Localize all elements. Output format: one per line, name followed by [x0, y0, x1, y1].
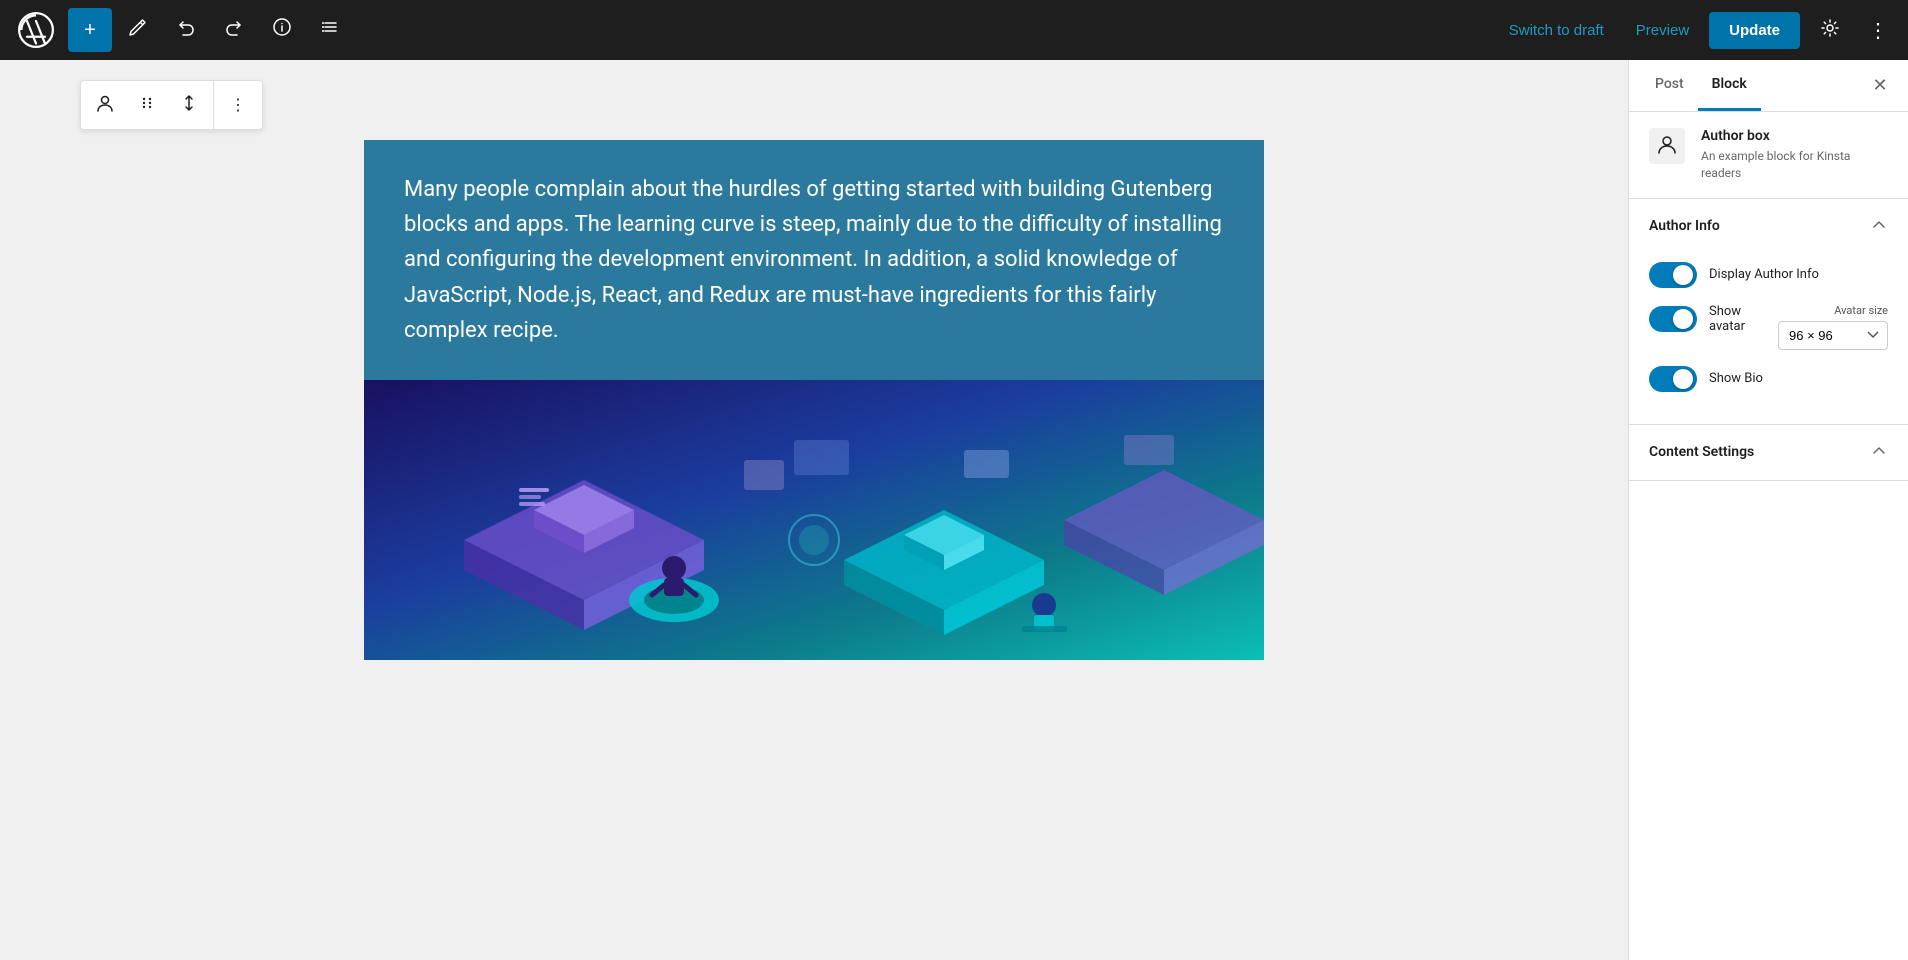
show-bio-row: Show Bio — [1649, 366, 1888, 392]
wp-logo[interactable] — [12, 0, 60, 60]
show-bio-toggle[interactable] — [1649, 366, 1697, 392]
main-toolbar: + — [0, 0, 1908, 60]
avatar-size-select[interactable]: 96 × 96 48 × 48 128 × 128 — [1778, 321, 1888, 350]
redo-icon — [224, 17, 244, 43]
block-icon-container — [1649, 128, 1685, 164]
show-avatar-label: Show avatar — [1709, 304, 1766, 334]
author-info-section: Author Info Display Author Info — [1629, 199, 1908, 425]
main-area: ⋮ Many people complain about the hurdles… — [0, 60, 1908, 960]
info-button[interactable] — [260, 8, 304, 52]
drag-handle-button[interactable] — [127, 85, 167, 125]
list-view-button[interactable] — [308, 8, 352, 52]
gear-icon — [1820, 18, 1840, 43]
person-block-icon — [95, 93, 115, 118]
pen-icon — [128, 17, 148, 43]
update-button[interactable]: Update — [1709, 12, 1800, 49]
move-arrows-icon — [179, 93, 199, 118]
content-settings-title: Content Settings — [1649, 444, 1754, 460]
more-vertical-icon: ⋮ — [1868, 18, 1888, 43]
isometric-illustration — [364, 380, 1264, 660]
undo-icon — [176, 17, 196, 43]
show-bio-label: Show Bio — [1709, 371, 1763, 386]
block-toolbar-options-group: ⋮ — [213, 81, 262, 129]
author-content-block: Many people complain about the hurdles o… — [364, 140, 1264, 660]
author-block[interactable]: Many people complain about the hurdles o… — [364, 140, 1264, 380]
more-options-button[interactable]: ⋮ — [1860, 8, 1896, 52]
redo-button[interactable] — [212, 8, 256, 52]
close-icon: ✕ — [1872, 75, 1887, 96]
content-settings-section: Content Settings — [1629, 425, 1908, 481]
block-name-label: Author box — [1701, 128, 1888, 144]
author-info-title: Author Info — [1649, 218, 1720, 234]
edit-tool-button[interactable] — [116, 8, 160, 52]
settings-button[interactable] — [1808, 8, 1852, 52]
undo-button[interactable] — [164, 8, 208, 52]
tab-post[interactable]: Post — [1641, 60, 1698, 111]
author-info-chevron-up-icon — [1870, 215, 1888, 238]
sidebar: Post Block ✕ Author box An example block… — [1628, 60, 1908, 960]
list-icon — [320, 17, 340, 43]
info-icon — [272, 17, 292, 43]
avatar-size-group: Avatar size 96 × 96 48 × 48 128 × 128 — [1778, 304, 1888, 350]
image-block[interactable] — [364, 380, 1264, 660]
display-author-info-row: Display Author Info — [1649, 262, 1888, 288]
avatar-size-label: Avatar size — [1834, 304, 1888, 317]
show-avatar-row: Show avatar Avatar size 96 × 96 48 × 48 … — [1649, 304, 1888, 350]
author-block-icon — [1656, 133, 1678, 160]
content-settings-header[interactable]: Content Settings — [1629, 425, 1908, 480]
switch-to-draft-button[interactable]: Switch to draft — [1497, 14, 1616, 47]
tab-block[interactable]: Block — [1698, 60, 1761, 111]
plus-icon: + — [84, 19, 96, 42]
block-info-details: Author box An example block for Kinsta r… — [1701, 128, 1888, 182]
options-icon: ⋮ — [230, 95, 246, 115]
content-settings-chevron-up-icon — [1870, 441, 1888, 464]
show-avatar-toggle[interactable] — [1649, 306, 1697, 332]
add-block-button[interactable]: + — [68, 8, 112, 52]
block-description: An example block for Kinsta readers — [1701, 148, 1888, 182]
block-toolbar-block-type-group — [81, 81, 213, 129]
move-arrows-button[interactable] — [169, 85, 209, 125]
sidebar-close-button[interactable]: ✕ — [1864, 70, 1896, 102]
display-author-info-toggle[interactable] — [1649, 262, 1697, 288]
display-author-info-label: Display Author Info — [1709, 267, 1819, 282]
block-toolbar: ⋮ — [80, 80, 263, 130]
sidebar-tabs: Post Block ✕ — [1629, 60, 1908, 112]
author-info-content: Display Author Info Show avatar Avatar s… — [1629, 254, 1908, 424]
block-options-button[interactable]: ⋮ — [218, 85, 258, 125]
block-info-panel: Author box An example block for Kinsta r… — [1629, 112, 1908, 199]
toolbar-right-actions: Switch to draft Preview Update ⋮ — [1497, 8, 1896, 52]
drag-handle-icon — [138, 94, 156, 117]
preview-button[interactable]: Preview — [1624, 14, 1701, 47]
author-info-header[interactable]: Author Info — [1629, 199, 1908, 254]
block-type-button[interactable] — [85, 85, 125, 125]
editor-area: ⋮ Many people complain about the hurdles… — [0, 60, 1628, 960]
author-block-text: Many people complain about the hurdles o… — [404, 172, 1224, 348]
